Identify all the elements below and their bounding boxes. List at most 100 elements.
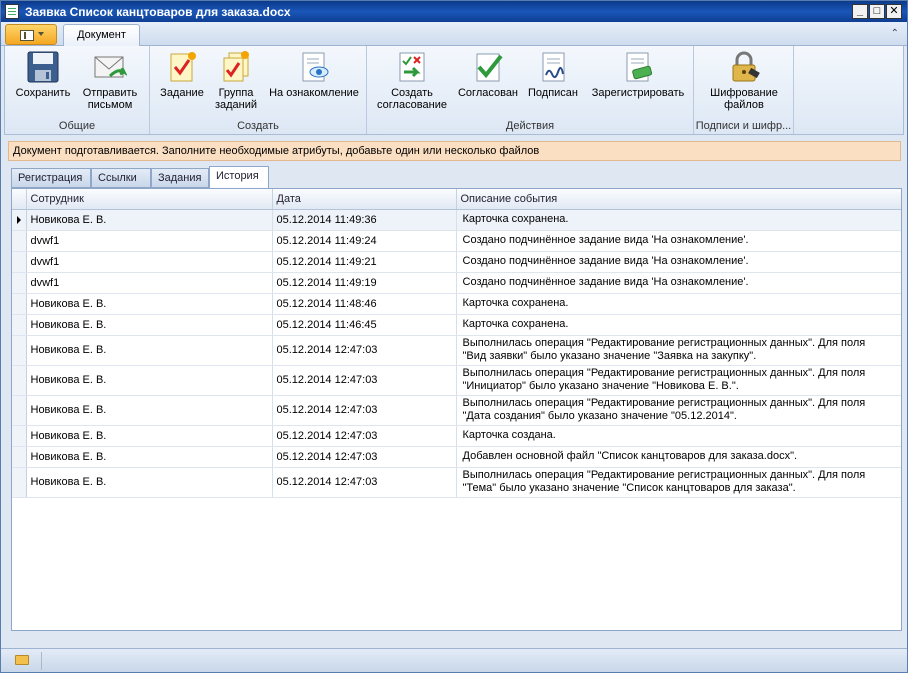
ribbon-tab-document[interactable]: Документ	[63, 24, 140, 47]
tab-links[interactable]: Ссылки	[91, 168, 151, 188]
encrypt-files-button[interactable]: Шифрование файлов	[700, 50, 788, 111]
app-menu-icon	[20, 30, 34, 41]
table-row[interactable]: dvwf1 05.12.2014 11:49:21 Создано подчин…	[12, 251, 901, 273]
status-notice: Документ подготавливается. Заполните нео…	[8, 141, 901, 161]
cell-employee: Новикова Е. В.	[26, 425, 273, 447]
row-selector[interactable]	[12, 365, 27, 396]
cell-date: 05.12.2014 11:49:24	[272, 230, 457, 252]
ribbon-tab-row: Документ ⌃	[1, 22, 907, 47]
task-label: Задание	[160, 87, 204, 99]
row-selector[interactable]	[12, 251, 27, 273]
cell-employee: Новикова Е. В.	[26, 365, 273, 396]
table-row[interactable]: Новикова Е. В. 05.12.2014 12:47:03 Выпол…	[12, 467, 901, 498]
cell-description: Выполнилась операция "Редактирование рег…	[456, 467, 901, 498]
row-selector[interactable]	[12, 446, 27, 468]
cell-date: 05.12.2014 11:49:19	[272, 272, 457, 294]
table-row[interactable]: dvwf1 05.12.2014 11:49:19 Создано подчин…	[12, 272, 901, 294]
approved-check-icon	[471, 50, 505, 84]
description-line-1: Выполнилась операция "Редактирование рег…	[462, 337, 866, 349]
description-line-1: Выполнилась операция "Редактирование рег…	[462, 397, 866, 409]
description-line-1: Выполнилась операция "Редактирование рег…	[462, 469, 866, 481]
send-email-button[interactable]: Отправить письмом	[75, 50, 145, 111]
cell-employee: Новикова Е. В.	[26, 467, 273, 498]
cell-description: Выполнилась операция "Редактирование рег…	[456, 395, 901, 426]
cell-date: 05.12.2014 12:47:03	[272, 395, 457, 426]
save-label: Сохранить	[15, 87, 71, 99]
floppy-disk-icon	[26, 50, 60, 84]
row-selector[interactable]	[12, 209, 27, 231]
tab-history[interactable]: История	[209, 166, 269, 189]
row-selector[interactable]	[12, 314, 27, 336]
history-table: Сотрудник Дата Описание события Новикова…	[12, 189, 901, 498]
ribbon: Сохранить Отправить письмом Общие Задани…	[4, 46, 904, 135]
cell-date: 05.12.2014 12:47:03	[272, 446, 457, 468]
encrypt-files-label-1: Шифрование	[710, 87, 778, 99]
table-row[interactable]: Новикова Е. В. 05.12.2014 12:47:03 Выпол…	[12, 335, 901, 366]
task-icon	[165, 50, 199, 84]
description-line-1: Создано подчинённое задание вида 'На озн…	[462, 276, 749, 288]
column-employee-header[interactable]: Сотрудник	[26, 189, 273, 210]
create-approval-button[interactable]: Создать согласование	[373, 50, 451, 111]
envelope-send-icon	[93, 50, 128, 84]
send-email-label-2: письмом	[87, 99, 133, 111]
tab-tasks[interactable]: Задания	[151, 168, 209, 188]
cell-description: Создано подчинённое задание вида 'На озн…	[456, 230, 901, 252]
collapse-ribbon-icon[interactable]: ⌃	[891, 28, 899, 39]
close-button[interactable]: ✕	[886, 4, 902, 19]
approved-label: Согласован	[457, 87, 519, 99]
cell-description: Выполнилась операция "Редактирование рег…	[456, 335, 901, 366]
ribbon-group-create: Задание Группа заданий На ознакомление С…	[150, 46, 367, 134]
description-line-1: Карточка создана.	[462, 429, 556, 441]
cell-employee: Новикова Е. В.	[26, 293, 273, 315]
table-row[interactable]: Новикова Е. В. 05.12.2014 11:49:36 Карто…	[12, 209, 901, 231]
cell-date: 05.12.2014 11:49:36	[272, 209, 457, 231]
task-button[interactable]: Задание	[156, 50, 208, 99]
description-line-2: "Дата создания" было указано значение "0…	[462, 410, 737, 422]
cell-description: Выполнилась операция "Редактирование рег…	[456, 365, 901, 396]
save-button[interactable]: Сохранить	[13, 50, 73, 99]
table-row[interactable]: Новикова Е. В. 05.12.2014 12:47:03 Выпол…	[12, 365, 901, 396]
description-line-1: Карточка сохранена.	[462, 297, 569, 309]
cell-employee: dvwf1	[26, 230, 273, 252]
row-selector[interactable]	[12, 272, 27, 294]
row-selector-header	[12, 189, 27, 210]
review-eye-icon	[297, 50, 331, 84]
cell-date: 05.12.2014 12:47:03	[272, 365, 457, 396]
row-selector[interactable]	[12, 395, 27, 426]
create-approval-label-1: Создать	[391, 87, 433, 99]
tab-registration[interactable]: Регистрация	[11, 168, 91, 188]
send-email-label-1: Отправить	[82, 87, 138, 99]
table-row[interactable]: Новикова Е. В. 05.12.2014 11:46:45 Карто…	[12, 314, 901, 336]
column-date-header[interactable]: Дата	[272, 189, 457, 210]
signed-button[interactable]: Подписан	[523, 50, 583, 99]
row-selector[interactable]	[12, 293, 27, 315]
row-selector[interactable]	[12, 335, 27, 366]
description-line-1: Карточка сохранена.	[462, 318, 569, 330]
table-row[interactable]: Новикова Е. В. 05.12.2014 12:47:03 Выпол…	[12, 395, 901, 426]
description-line-2: "Тема" было указано значение "Список кан…	[462, 482, 796, 494]
task-group-label-2: заданий	[214, 99, 258, 111]
group-label-signatures: Подписи и шифр...	[695, 120, 792, 132]
ribbon-group-signatures: Шифрование файлов Подписи и шифр...	[694, 46, 794, 134]
table-row[interactable]: dvwf1 05.12.2014 11:49:24 Создано подчин…	[12, 230, 901, 252]
minimize-button[interactable]: _	[852, 4, 868, 19]
for-review-button[interactable]: На ознакомление	[264, 50, 364, 99]
folder-icon[interactable]	[15, 655, 29, 665]
register-label: Зарегистрировать	[591, 87, 685, 99]
table-row[interactable]: Новикова Е. В. 05.12.2014 11:48:46 Карто…	[12, 293, 901, 315]
cell-date: 05.12.2014 11:46:45	[272, 314, 457, 336]
row-selector[interactable]	[12, 467, 27, 498]
maximize-button[interactable]: □	[869, 4, 885, 19]
table-row[interactable]: Новикова Е. В. 05.12.2014 12:47:03 Карто…	[12, 425, 901, 447]
task-group-button[interactable]: Группа заданий	[208, 50, 264, 111]
row-selector[interactable]	[12, 425, 27, 447]
app-menu-button[interactable]	[5, 24, 57, 45]
row-selector[interactable]	[12, 230, 27, 252]
register-button[interactable]: Зарегистрировать	[585, 50, 691, 99]
table-row[interactable]: Новикова Е. В. 05.12.2014 12:47:03 Добав…	[12, 446, 901, 468]
column-description-header[interactable]: Описание события	[456, 189, 901, 210]
approved-button[interactable]: Согласован	[455, 50, 521, 99]
status-separator	[41, 652, 42, 670]
cell-description: Добавлен основной файл "Список канцтовар…	[456, 446, 901, 468]
group-label-create: Создать	[237, 120, 279, 132]
